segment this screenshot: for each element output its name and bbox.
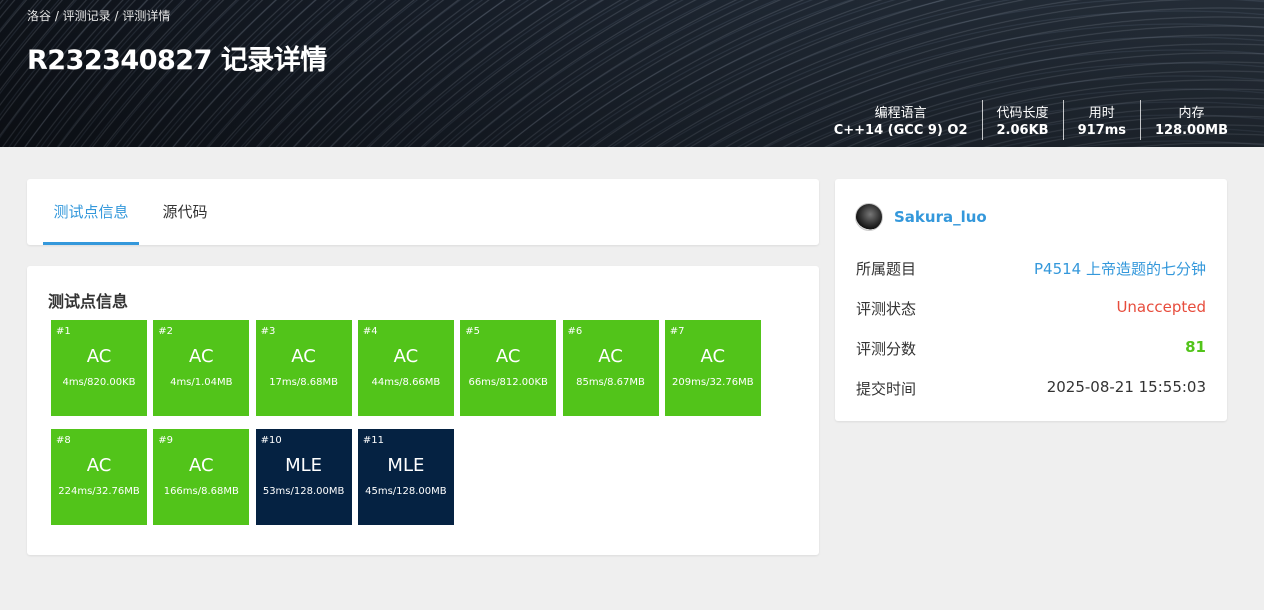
testcase-tile[interactable]: #9 AC 166ms/8.68MB xyxy=(153,429,250,525)
testcase-detail: 166ms/8.68MB xyxy=(163,486,239,497)
stat-value: 917ms xyxy=(1077,123,1126,138)
testcases-card: 测试点信息 #1 AC 4ms/820.00KB #2 AC 4ms/1.04MB #3 AC… xyxy=(27,266,819,555)
user-row: Sakura_luo xyxy=(855,203,987,231)
stat-label: 代码长度 xyxy=(996,106,1049,121)
stat-value: 2.06KB xyxy=(996,123,1049,138)
testcase-number: #4 xyxy=(362,326,378,337)
stat-value: C++14 (GCC 9) O2 xyxy=(833,123,968,138)
submit-time-value: 2025-08-21 15:55:03 xyxy=(1046,378,1206,396)
stat-label: 用时 xyxy=(1088,106,1115,121)
testcase-detail: 224ms/32.76MB xyxy=(58,486,140,497)
info-row-score: 评测分数 81 xyxy=(856,338,1206,359)
testcase-detail: 44ms/8.66MB xyxy=(371,377,441,388)
testcase-tile[interactable]: #6 AC 85ms/8.67MB xyxy=(562,320,659,416)
tabs-card: 测试点信息 源代码 xyxy=(27,179,819,245)
stat-code-length: 代码长度 2.06KB xyxy=(981,100,1063,140)
stat-time: 用时 917ms xyxy=(1062,100,1140,140)
testcase-tile[interactable]: #1 AC 4ms/820.00KB xyxy=(51,320,147,416)
testcase-detail: 17ms/8.68MB xyxy=(269,377,338,388)
testcase-status: AC xyxy=(189,455,214,476)
testcase-status: AC xyxy=(393,346,419,367)
testcase-tile[interactable]: #8 AC 224ms/32.76MB xyxy=(51,429,147,525)
info-label: 评测状态 xyxy=(856,300,917,318)
info-row-problem: 所属题目 P4514 上帝造题的七分钟 xyxy=(856,258,1206,279)
testcase-tile[interactable]: #11 MLE 45ms/128.00MB xyxy=(357,429,454,525)
testcase-number: #1 xyxy=(56,326,71,337)
info-label: 评测分数 xyxy=(856,340,917,358)
testcase-tile[interactable]: #5 AC 66ms/812.00KB xyxy=(460,320,557,416)
testcase-status: AC xyxy=(700,346,726,367)
testcase-tile[interactable]: #7 AC 209ms/32.76MB xyxy=(664,320,761,416)
testcase-tile[interactable]: #3 AC 17ms/8.68MB xyxy=(255,320,352,416)
testcase-number: #8 xyxy=(56,435,71,446)
submission-info-card: Sakura_luo 所属题目 P4514 上帝造题的七分钟 评测状态 Unac… xyxy=(835,179,1227,421)
testcase-detail: 4ms/820.00KB xyxy=(62,377,136,388)
testcase-status: AC xyxy=(495,346,521,367)
testcase-detail: 85ms/8.67MB xyxy=(576,377,645,388)
info-label: 所属题目 xyxy=(856,260,917,278)
testcase-status: AC xyxy=(189,346,214,367)
tab-testcase-info[interactable]: 测试点信息 xyxy=(43,179,139,245)
problem-link[interactable]: P4514 上帝造题的七分钟 xyxy=(1034,258,1206,279)
stat-memory: 内存 128.00MB xyxy=(1139,100,1228,140)
testcase-detail: 66ms/812.00KB xyxy=(468,377,548,388)
testcase-detail: 45ms/128.00MB xyxy=(365,486,447,497)
testcase-status: AC xyxy=(86,455,112,476)
testcase-detail: 4ms/1.04MB xyxy=(170,377,233,388)
testcase-tile[interactable]: #2 AC 4ms/1.04MB xyxy=(153,320,250,416)
stat-label: 内存 xyxy=(1178,106,1205,121)
testcase-number: #10 xyxy=(260,435,282,446)
header-banner: 洛谷 / 评测记录 / 评测详情 R232340827 记录详情 编程语言 C+… xyxy=(0,0,1264,147)
testcase-status: MLE xyxy=(387,455,425,476)
testcase-number: #2 xyxy=(158,326,174,337)
tab-source-code[interactable]: 源代码 xyxy=(157,179,213,245)
username-link[interactable]: Sakura_luo xyxy=(894,208,987,226)
status-value: Unaccepted xyxy=(1116,298,1206,316)
testcase-tile[interactable]: #4 AC 44ms/8.66MB xyxy=(357,320,454,416)
info-row-submit-time: 提交时间 2025-08-21 15:55:03 xyxy=(856,378,1206,399)
stat-value: 128.00MB xyxy=(1154,123,1228,138)
testcase-number: #6 xyxy=(567,326,583,337)
testcase-number: #11 xyxy=(362,435,384,446)
section-title: 测试点信息 xyxy=(48,292,129,311)
stat-label: 编程语言 xyxy=(874,106,927,121)
testcase-tile[interactable]: #10 MLE 53ms/128.00MB xyxy=(255,429,352,525)
score-value: 81 xyxy=(1185,338,1206,356)
testcase-status: AC xyxy=(291,346,316,367)
testcase-detail: 53ms/128.00MB xyxy=(262,486,345,497)
page-title: R232340827 记录详情 xyxy=(27,45,327,76)
testcase-number: #9 xyxy=(158,435,174,446)
testcase-number: #7 xyxy=(669,326,685,337)
testcase-detail: 209ms/32.76MB xyxy=(672,377,754,388)
stat-language: 编程语言 C++14 (GCC 9) O2 xyxy=(820,100,982,140)
testcase-status: AC xyxy=(86,346,112,367)
testcase-number: #5 xyxy=(465,326,480,337)
info-row-status: 评测状态 Unaccepted xyxy=(856,298,1206,319)
testcase-status: MLE xyxy=(285,455,323,476)
avatar[interactable] xyxy=(855,203,883,231)
testcase-number: #3 xyxy=(260,326,276,337)
breadcrumb[interactable]: 洛谷 / 评测记录 / 评测详情 xyxy=(27,7,170,24)
info-label: 提交时间 xyxy=(856,380,917,398)
testcase-status: AC xyxy=(598,346,623,367)
record-stats: 编程语言 C++14 (GCC 9) O2 代码长度 2.06KB 用时 917… xyxy=(820,100,1228,140)
